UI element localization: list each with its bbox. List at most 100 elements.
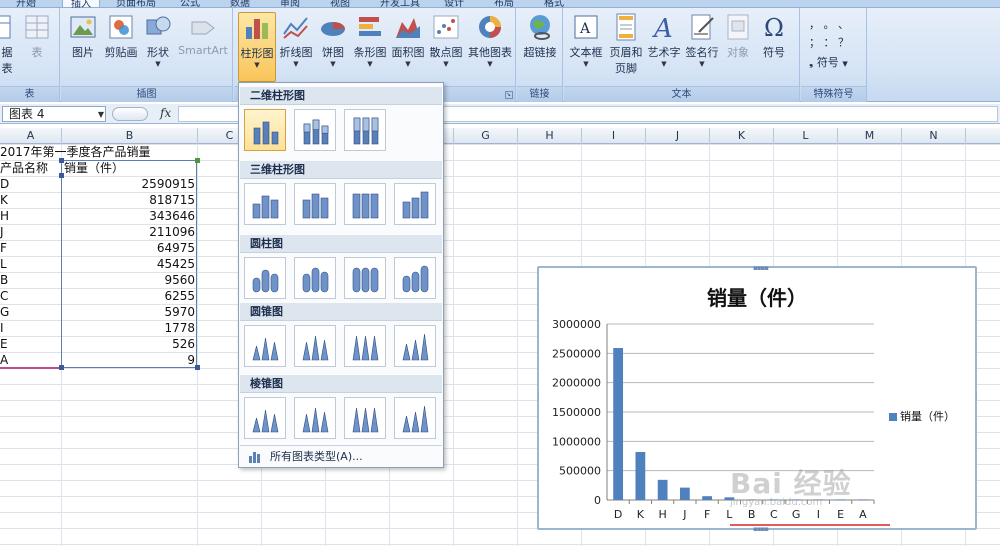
column-header[interactable]: I [582,128,646,144]
area-chart-dropdown-icon: ▼ [405,60,411,68]
wordart-button[interactable]: A 艺术字 ▼ [646,12,682,68]
column-header[interactable]: L [774,128,838,144]
gallery-cone-percent[interactable] [344,325,386,367]
ribbon-tab[interactable]: 设计 [436,0,472,9]
area-chart-button[interactable]: 面积图 ▼ [390,12,426,68]
gallery-cone-deep[interactable] [394,325,436,367]
cell-product-name[interactable]: E [0,336,8,352]
special-symbol-dropdown-icon: ▼ [842,60,848,68]
gallery-pyr-percent[interactable] [344,397,386,439]
cell-product-name[interactable]: G [0,304,9,320]
signature-line-button[interactable]: 签名行 ▼ [684,12,720,68]
omega-symbol-icon: Ω [764,14,784,42]
pie-chart-button[interactable]: 饼图 ▼ [318,12,348,68]
cell-a1-title[interactable]: 2017年第一季度各产品销量 [0,144,151,160]
clipart-button[interactable]: 剪贴画 [103,12,139,60]
column-chart-button[interactable]: 柱形图 ▼ [238,12,276,82]
column-header[interactable]: A [0,128,62,144]
other-charts-button[interactable]: 其他图表 ▼ [466,12,514,68]
chart-legend[interactable]: 销量（件） [889,408,955,424]
gallery-pyr-clustered[interactable] [244,397,286,439]
cell-product-name[interactable]: H [0,208,9,224]
ribbon-tab[interactable]: 开发工具 [372,0,428,9]
column-header[interactable]: J [646,128,710,144]
object-button[interactable]: 对象 [722,12,754,60]
symbol-button[interactable]: Ω 符号 [758,12,790,60]
gallery-cyl-stacked[interactable] [294,257,336,299]
cell-product-name[interactable]: B [0,272,8,288]
line-chart-button[interactable]: 折线图 ▼ [278,12,314,68]
gallery-pyr-stacked[interactable] [294,397,336,439]
column-header[interactable]: B [62,128,198,144]
textbox-button[interactable]: A 文本框 ▼ [568,12,604,68]
charts-dialog-launcher-icon[interactable]: ↘ [505,91,513,99]
punctuation-row-1[interactable]: ， 。 、 [809,16,849,32]
cell-product-name[interactable]: K [0,192,8,208]
y-tick-label: 2500000 [552,347,601,360]
ribbon-tab[interactable]: 布局 [486,0,522,9]
range-handle-top-right[interactable] [195,158,200,163]
ribbon-tab[interactable]: 数据 [222,0,258,9]
symbol-label: 符号 [763,46,785,59]
gallery-cone-clustered[interactable] [244,325,286,367]
gallery-col3d-clustered[interactable] [244,183,286,225]
cell-product-name[interactable]: A [0,352,8,368]
hyperlink-button[interactable]: 超链接 [521,12,559,60]
name-box-dropdown-icon[interactable]: ▼ [98,108,104,122]
ribbon-tab[interactable]: 开始 [8,0,44,9]
text-group-label: 文本 [564,86,799,102]
picture-button[interactable]: 图片 [67,12,99,60]
cell-a2-header[interactable]: 产品名称 [0,160,60,176]
gallery-col2d-percent[interactable] [344,109,386,151]
range-handle-bottom-right[interactable] [195,365,200,370]
gallery-col3d-stacked[interactable] [294,183,336,225]
cell-product-name[interactable]: F [0,240,7,256]
range-handle-bottom-left[interactable] [59,365,64,370]
gallery-col3d-percent[interactable] [344,183,386,225]
column-header[interactable]: N [902,128,966,144]
chart-resize-grip-top[interactable]: ▪▪▪▪ [753,264,769,272]
gallery-col2d-clustered[interactable] [244,109,286,151]
cell-product-name[interactable]: J [0,224,4,240]
pivot-table-button[interactable]: 据 表 [0,12,18,76]
ribbon-tab[interactable]: 插入 [62,0,100,10]
cell-product-name[interactable]: I [0,320,4,336]
column-header[interactable]: M [838,128,902,144]
chart-resize-grip-right[interactable]: ⋮ [973,392,980,400]
name-box[interactable]: 图表 4 ▼ [2,106,106,122]
ribbon-tab[interactable]: 视图 [322,0,358,9]
scatter-chart-button[interactable]: 散点图 ▼ [428,12,464,68]
range-handle-mid-left[interactable] [59,173,64,178]
column-chart-gallery: 二维柱形图 三维柱形图 圆柱图 圆锥图 棱锥图 所有图表类型(A)... [238,82,444,468]
ribbon-tab[interactable]: 审阅 [272,0,308,9]
gallery-cone-stacked[interactable] [294,325,336,367]
column-header[interactable]: G [454,128,518,144]
ribbon-tab[interactable]: 格式 [536,0,572,9]
punctuation-row-2[interactable]: ； ： ？ [809,34,849,50]
range-handle-top-left[interactable] [59,158,64,163]
column-header[interactable]: H [518,128,582,144]
gallery-cyl-percent[interactable] [344,257,386,299]
formula-bar-resize-handle[interactable] [112,107,148,121]
gallery-col2d-stacked[interactable] [294,109,336,151]
column-header[interactable]: K [710,128,774,144]
header-footer-button[interactable]: 页眉和 页脚 [608,12,644,76]
gallery-col3d-deep[interactable] [394,183,436,225]
shapes-label: 形状 [147,46,169,59]
gallery-pyr-deep[interactable] [394,397,436,439]
gallery-cyl-deep[interactable] [394,257,436,299]
bar-chart-button[interactable]: 条形图 ▼ [352,12,388,68]
signature-line-dropdown-icon: ▼ [699,60,705,68]
insert-function-icon[interactable]: fx [160,106,171,120]
cell-product-name[interactable]: L [0,256,7,272]
special-symbol-button[interactable]: ❟ 符号 ▼ [809,54,848,70]
cell-product-name[interactable]: C [0,288,8,304]
shapes-button[interactable]: 形状 ▼ [143,12,173,68]
ribbon-tab[interactable]: 页面布局 [108,0,164,9]
smartart-button[interactable]: SmartArt [177,12,229,57]
gallery-cyl-clustered[interactable] [244,257,286,299]
ribbon-tab[interactable]: 公式 [172,0,208,9]
cell-product-name[interactable]: D [0,176,9,192]
table-button[interactable]: 表 [22,12,52,60]
all-chart-types-button[interactable]: 所有图表类型(A)... [240,445,442,467]
